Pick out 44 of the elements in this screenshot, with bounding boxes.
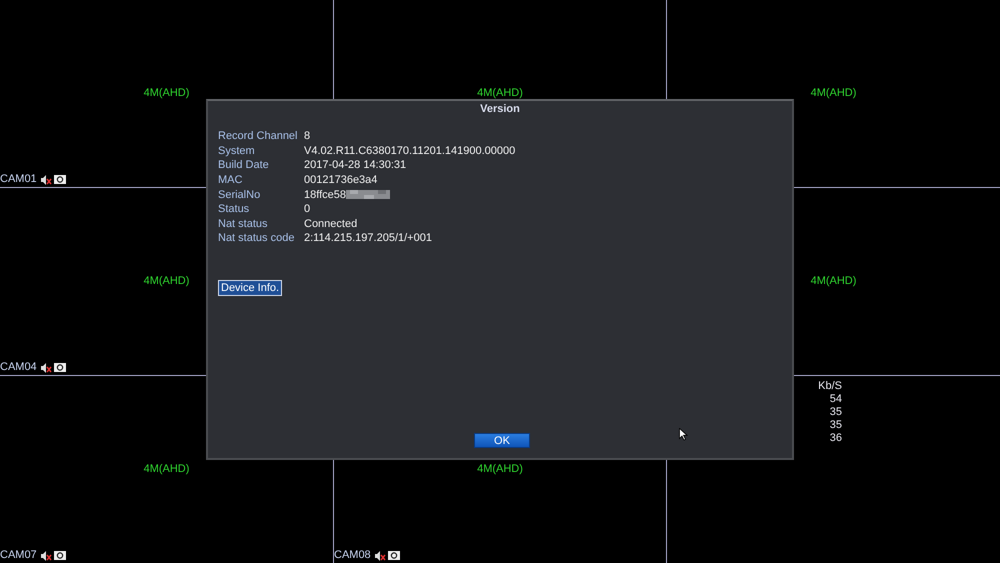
field-label: Build Date [218, 159, 270, 172]
resolution-label: 4M(AHD) [144, 462, 190, 476]
resolution-label: 4M(AHD) [144, 274, 190, 288]
field-value: 0 [304, 203, 310, 216]
dialog-title: Version [480, 103, 520, 115]
camera-name: CAM01 [0, 173, 37, 186]
field-value: 2017-04-28 14:30:31 [304, 159, 406, 172]
bitrate-header: Kb/S [818, 380, 842, 393]
muted-speaker-icon [374, 550, 386, 560]
field-label: Nat status code [218, 232, 296, 244]
resolution-label: 4M(AHD) [477, 462, 523, 476]
field-value: Connected [304, 218, 358, 230]
resolution-label: 4M(AHD) [810, 86, 856, 100]
field-label: Status [218, 203, 250, 216]
camera-icon [54, 551, 66, 560]
field-label: MAC [218, 174, 244, 186]
field-label: Record Channel [218, 130, 298, 142]
resolution-label: 4M(AHD) [144, 86, 190, 100]
field-value: V4.02.R11.C6380170.11201.141900.00000 [304, 144, 516, 157]
field-label: Nat status [218, 218, 269, 230]
mouse-cursor-icon [679, 428, 688, 441]
ok-button[interactable]: OK [474, 433, 530, 448]
resolution-label: 4M(AHD) [477, 86, 523, 100]
field-value: 00121736e3a4 [304, 174, 378, 186]
camera-name: CAM07 [0, 549, 37, 562]
field-value: 8 [304, 130, 310, 142]
field-label: System [218, 144, 256, 157]
camera-icon [54, 363, 66, 372]
field-value: 2:114.215.197.205/1/+001 [304, 232, 432, 244]
device-info-button[interactable]: Device Info. [218, 280, 282, 296]
bitrate-value: 36 [830, 432, 842, 445]
camera-icon [54, 175, 66, 184]
camera-icon [388, 551, 400, 560]
bitrate-value: 35 [830, 419, 842, 432]
muted-speaker-icon [40, 550, 52, 560]
field-value: 18ffce58 [304, 188, 346, 201]
muted-speaker-icon [40, 174, 52, 184]
bitrate-value: 35 [830, 406, 842, 419]
camera-name: CAM04 [0, 361, 37, 374]
bitrate-value: 54 [830, 393, 842, 406]
field-label: SerialNo [218, 188, 262, 201]
muted-speaker-icon [40, 362, 52, 372]
resolution-label: 4M(AHD) [810, 274, 856, 288]
camera-name: CAM08 [334, 549, 371, 562]
